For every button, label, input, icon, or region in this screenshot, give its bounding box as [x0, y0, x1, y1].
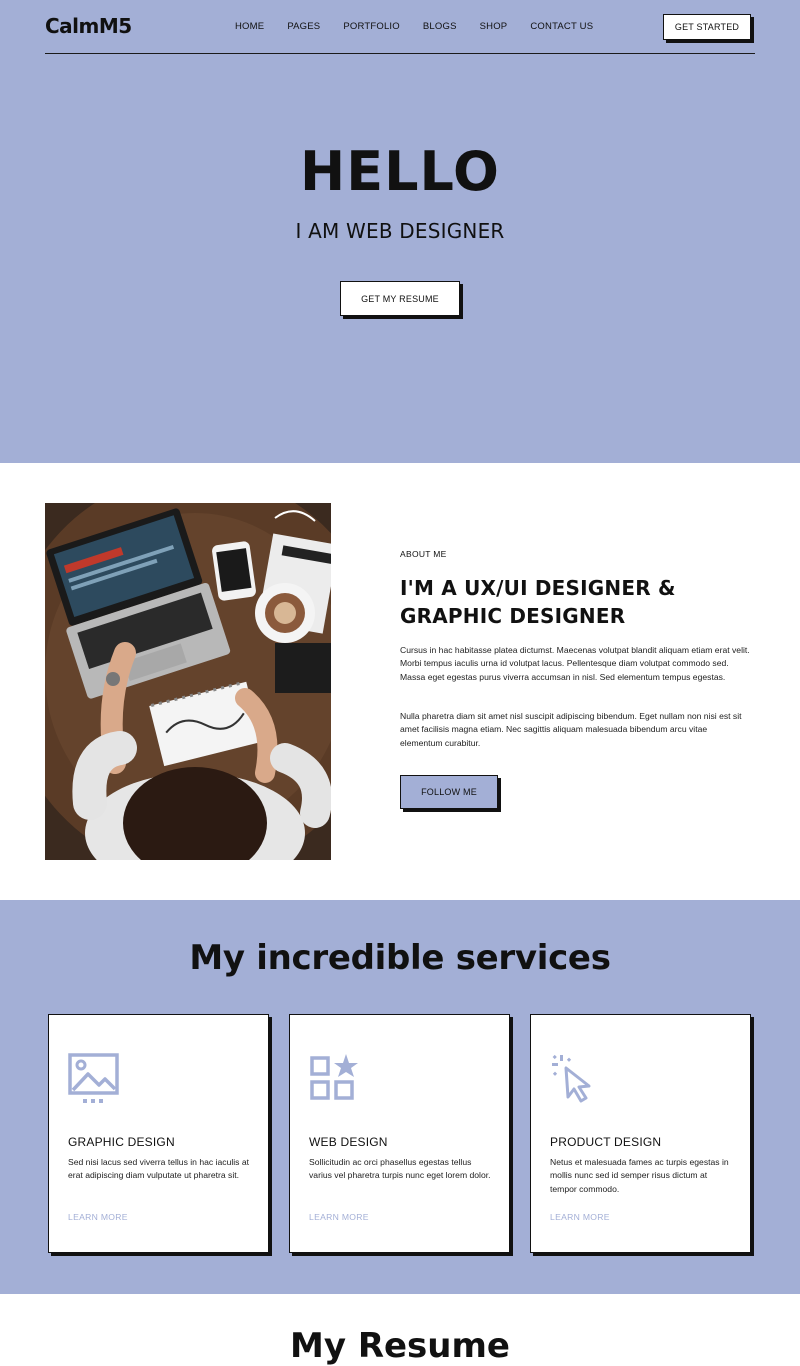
hero-title: HELLO: [300, 140, 500, 203]
nav-item-home[interactable]: HOME: [235, 21, 264, 32]
about-heading: I'M A UX/UI DESIGNER & GRAPHIC DESIGNER: [400, 576, 676, 628]
get-resume-button[interactable]: GET MY RESUME: [340, 281, 460, 316]
learn-more-link[interactable]: LEARN MORE: [309, 1212, 369, 1222]
navbar: CalmM5 HOME PAGES PORTFOLIO BLOGS SHOP C…: [45, 0, 755, 54]
service-card-graphic: GRAPHIC DESIGN Sed nisi lacus sed viverr…: [48, 1014, 269, 1253]
service-card-product: PRODUCT DESIGN Netus et malesuada fames …: [530, 1014, 751, 1253]
services-title: My incredible services: [189, 938, 611, 978]
follow-me-button[interactable]: FOLLOW ME: [400, 775, 498, 809]
learn-more-link[interactable]: LEARN MORE: [68, 1212, 128, 1222]
service-title: PRODUCT DESIGN: [550, 1135, 662, 1149]
nav-menu: HOME PAGES PORTFOLIO BLOGS SHOP CONTACT …: [235, 21, 593, 32]
workspace-photo-illustration: [45, 503, 331, 860]
service-card-web: WEB DESIGN Sollicitudin ac orci phasellu…: [289, 1014, 510, 1253]
service-text: Netus et malesuada fames ac turpis egest…: [550, 1157, 729, 1194]
nav-item-portfolio[interactable]: PORTFOLIO: [343, 21, 400, 32]
hero-section: CalmM5 HOME PAGES PORTFOLIO BLOGS SHOP C…: [0, 0, 800, 463]
cursor-click-icon: [552, 1054, 591, 1103]
service-title: GRAPHIC DESIGN: [68, 1135, 175, 1149]
nav-item-shop[interactable]: SHOP: [480, 21, 508, 32]
about-paragraph-2: Nulla pharetra diam sit amet nisl suscip…: [400, 711, 742, 748]
hero-subtitle: I AM WEB DESIGNER: [295, 219, 505, 243]
resume-title: My Resume: [289, 1326, 510, 1366]
grid-star-icon: [310, 1054, 358, 1100]
image-icon: [68, 1053, 119, 1103]
learn-more-link[interactable]: LEARN MORE: [550, 1212, 610, 1222]
nav-item-blogs[interactable]: BLOGS: [423, 21, 457, 32]
nav-item-pages[interactable]: PAGES: [287, 21, 320, 32]
service-text: Sed nisi lacus sed viverra tellus in hac…: [68, 1157, 250, 1181]
services-section: My incredible services GRAPHIC DESIGN Se…: [0, 900, 800, 1294]
nav-item-contact[interactable]: CONTACT US: [530, 21, 593, 32]
get-started-button[interactable]: GET STARTED: [663, 14, 751, 40]
logo[interactable]: CalmM5: [45, 14, 132, 38]
service-title: WEB DESIGN: [309, 1135, 388, 1149]
about-photo: [45, 503, 331, 860]
service-text: Sollicitudin ac orci phasellus egestas t…: [309, 1157, 491, 1181]
about-label: ABOUT ME: [400, 549, 447, 559]
about-paragraph-1: Cursus in hac habitasse platea dictumst.…: [400, 645, 750, 682]
